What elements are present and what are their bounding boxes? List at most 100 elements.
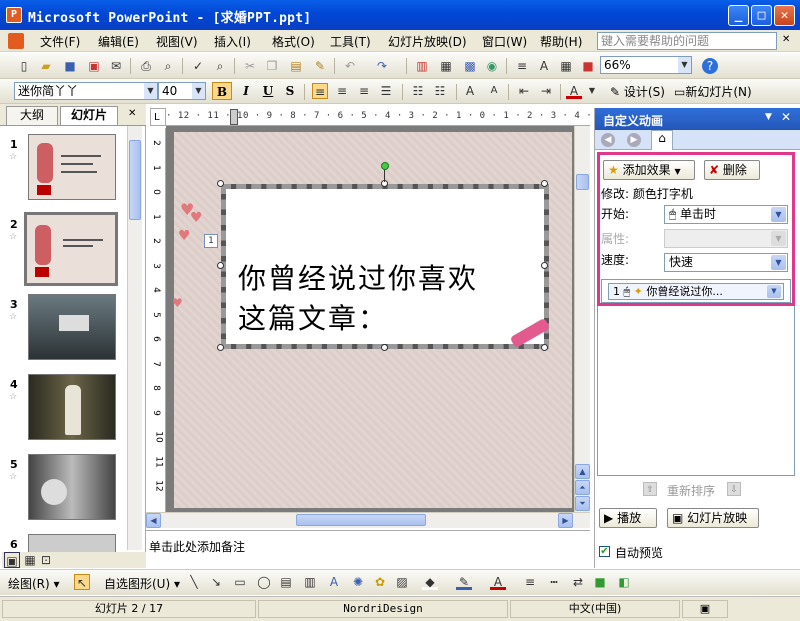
new-icon[interactable]: ▯	[16, 58, 32, 74]
copy-icon[interactable]: ❐	[264, 58, 280, 74]
animation-list-area[interactable]	[597, 306, 795, 476]
zoom-select[interactable]: 66% ▼	[600, 56, 692, 74]
help-icon[interactable]: ?	[702, 58, 718, 74]
decrease-indent-icon[interactable]: ⇤	[516, 83, 532, 99]
slide-horizontal-scrollbar[interactable]: ◀ ▶	[146, 512, 590, 528]
tab-outline[interactable]: 大纲	[6, 106, 58, 125]
shadow-button[interactable]: S	[280, 82, 300, 100]
font-color-dropdown-icon[interactable]: ▼	[584, 83, 600, 99]
save-icon[interactable]: ■	[62, 58, 78, 74]
redo-icon[interactable]: ↷	[374, 58, 390, 74]
paste-icon[interactable]: ▤	[288, 58, 304, 74]
add-effect-button[interactable]: ★ 添加效果 ▼	[603, 160, 695, 180]
dash-style-icon[interactable]: ┅	[546, 574, 562, 590]
clipart-icon[interactable]: ✿	[372, 574, 388, 590]
format-painter-icon[interactable]: ✎	[312, 58, 328, 74]
maximize-button[interactable]: □	[751, 5, 772, 26]
underline-button[interactable]: U	[258, 82, 278, 100]
menu-window[interactable]: 窗口(W)	[482, 33, 527, 50]
arrow-icon[interactable]: ↘	[208, 574, 224, 590]
minimize-button[interactable]: _	[728, 5, 749, 26]
cut-icon[interactable]: ✂	[242, 58, 258, 74]
task-pane-close-icon[interactable]: ✕	[781, 110, 791, 124]
next-slide-icon[interactable]: ⏷	[575, 496, 590, 511]
indent-marker[interactable]	[230, 109, 238, 125]
grid-icon[interactable]: ▦	[558, 58, 574, 74]
menu-insert[interactable]: 插入(I)	[214, 33, 251, 50]
previous-slide-icon[interactable]: ⏶	[575, 480, 590, 495]
normal-view-icon[interactable]: ▣	[4, 552, 20, 568]
undo-icon[interactable]: ↶	[342, 58, 358, 74]
tab-selector[interactable]: L	[150, 108, 166, 126]
menu-view[interactable]: 视图(V)	[156, 33, 198, 50]
slide-text[interactable]: 你曾经说过你喜欢 这篇文章：	[238, 259, 538, 339]
menu-tools[interactable]: 工具(T)	[330, 33, 371, 50]
speed-select[interactable]: 快速 ▼	[664, 253, 788, 272]
bullets-icon[interactable]: ☷	[432, 83, 448, 99]
increase-font-icon[interactable]: A	[462, 83, 478, 99]
distribute-icon[interactable]: ☰	[378, 83, 394, 99]
panel-close-icon[interactable]: ✕	[128, 108, 136, 119]
permission-icon[interactable]: ▣	[86, 58, 102, 74]
new-slide-button[interactable]: ▭新幻灯片(N)	[674, 83, 752, 100]
fill-color-icon[interactable]: ◆	[422, 574, 438, 590]
chart-icon[interactable]: ▥	[414, 58, 430, 74]
spelling-icon[interactable]: ✓	[190, 58, 206, 74]
font-color-icon[interactable]: A	[566, 83, 582, 99]
print-icon[interactable]: ⎙	[138, 58, 154, 74]
align-left-icon[interactable]: ≡	[312, 83, 328, 99]
picture-icon[interactable]: ▨	[394, 574, 410, 590]
expand-all-icon[interactable]: ≡	[514, 58, 530, 74]
rotate-handle[interactable]	[381, 162, 389, 170]
close-button[interactable]: ✕	[774, 5, 795, 26]
draw-font-color-icon[interactable]: A	[490, 574, 506, 590]
shadow-style-icon[interactable]: ■	[592, 574, 608, 590]
arrow-style-icon[interactable]: ⇄	[570, 574, 586, 590]
resize-handle[interactable]	[217, 344, 224, 351]
rectangle-icon[interactable]: ▭	[232, 574, 248, 590]
slide-thumbnail-3[interactable]	[28, 294, 116, 360]
color-grayscale-icon[interactable]: ■	[580, 58, 596, 74]
text-placeholder[interactable]: 你曾经说过你喜欢 这篇文章：	[221, 184, 551, 349]
font-name-select[interactable]: 迷你简丫丫 ▼	[14, 82, 158, 100]
design-button[interactable]: ✎ 设计(S)	[610, 83, 665, 100]
resize-handle[interactable]	[381, 344, 388, 351]
animation-list[interactable]: 1 🖱 ✦ 你曾经说过你... ▼	[601, 279, 791, 303]
menu-edit[interactable]: 编辑(E)	[98, 33, 139, 50]
line-color-icon[interactable]: ✎	[456, 574, 472, 590]
task-pane-menu-icon[interactable]: ▼	[765, 112, 772, 122]
slide-thumbnail-4[interactable]	[28, 374, 116, 440]
diagram-icon[interactable]: ✺	[350, 574, 366, 590]
start-select[interactable]: 🖱 单击时 ▼	[664, 205, 788, 224]
vertical-textbox-icon[interactable]: ▥	[302, 574, 318, 590]
scroll-right-icon[interactable]: ▶	[558, 513, 573, 528]
remove-effect-button[interactable]: ✘ 删除	[704, 160, 760, 180]
move-up-icon[interactable]: ⇧	[643, 482, 657, 496]
slide-thumbnail-1[interactable]	[28, 134, 116, 200]
help-search-input[interactable]: 键入需要帮助的问题	[597, 32, 777, 50]
slide-thumbnail-5[interactable]	[28, 454, 116, 520]
insert-hyperlink-icon[interactable]: ◉	[484, 58, 500, 74]
wordart-icon[interactable]: A	[326, 574, 342, 590]
animation-list-item[interactable]: 1 🖱 ✦ 你曾经说过你... ▼	[608, 283, 784, 300]
draw-menu-button[interactable]: 绘图(R) ▾	[8, 575, 60, 592]
resize-handle[interactable]	[541, 180, 548, 187]
resize-handle[interactable]	[217, 180, 224, 187]
spelling-status-icon[interactable]: ▣	[682, 600, 728, 618]
increase-indent-icon[interactable]: ⇥	[538, 83, 554, 99]
scroll-up-icon[interactable]: ▲	[575, 464, 590, 479]
menu-file[interactable]: 文件(F)	[40, 33, 80, 50]
align-right-icon[interactable]: ≡	[356, 83, 372, 99]
menu-format[interactable]: 格式(O)	[272, 33, 315, 50]
slideshow-button[interactable]: ▣ 幻灯片放映	[667, 508, 759, 528]
resize-handle[interactable]	[217, 262, 224, 269]
move-down-icon[interactable]: ⇩	[727, 482, 741, 496]
home-icon[interactable]: ⌂	[651, 130, 673, 150]
resize-handle[interactable]	[541, 262, 548, 269]
menu-help[interactable]: 帮助(H)	[540, 33, 582, 50]
animation-order-tag[interactable]: 1	[204, 234, 218, 248]
print-preview-icon[interactable]: ⌕	[160, 58, 176, 74]
document-icon[interactable]	[8, 33, 24, 49]
menu-slideshow[interactable]: 幻灯片放映(D)	[388, 33, 467, 50]
scroll-left-icon[interactable]: ◀	[146, 513, 161, 528]
